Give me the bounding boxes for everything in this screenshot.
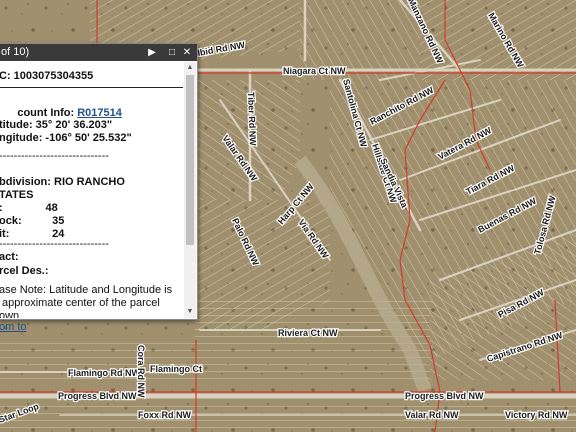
parcel-des-line: rcel Des.: bbox=[0, 265, 49, 277]
popup-header[interactable]: of 10) ▶ □ ✕ bbox=[0, 44, 197, 61]
road-label: Riviera Ct NW bbox=[278, 328, 338, 338]
zoom-to-link[interactable]: om to bbox=[0, 321, 27, 333]
scroll-thumb[interactable] bbox=[186, 75, 194, 245]
road-label: Flamingo Ct bbox=[150, 364, 202, 374]
popup-title: of 10) bbox=[1, 46, 30, 58]
road-label: Niagara Ct NW bbox=[283, 66, 346, 76]
popup-scrollbar[interactable]: ▲ ▼ bbox=[184, 62, 196, 318]
road-label: Flamingo Rd NW bbox=[68, 368, 140, 378]
divider-text: ------------------------------ bbox=[0, 150, 109, 162]
road-label: Foxx Rd NW bbox=[138, 410, 192, 420]
block-line: ock: 35 bbox=[0, 215, 65, 227]
next-feature-icon[interactable]: ▶ bbox=[145, 44, 159, 61]
account-link[interactable]: R017514 bbox=[77, 107, 122, 119]
scroll-down-icon[interactable]: ▼ bbox=[184, 306, 196, 318]
apn-line: C: 1003075304355 bbox=[0, 70, 94, 82]
maximize-icon[interactable]: □ bbox=[165, 44, 179, 61]
road-label: Tiber Rd NW bbox=[246, 92, 258, 147]
parcel-info-popup[interactable]: of 10) ▶ □ ✕ C: 1003075304355 count Info… bbox=[0, 43, 198, 333]
divider bbox=[0, 87, 183, 88]
note-line-2: approximate center of the parcel bbox=[0, 297, 160, 309]
road-label: Valar Rd NW bbox=[405, 410, 459, 420]
subdivision-line-2: TATES bbox=[0, 189, 34, 201]
longitude-line: ngitude: -106° 50' 25.532" bbox=[0, 132, 132, 144]
road-label: Victory Rd NW bbox=[505, 410, 568, 420]
road-label: Progress Blvd NW bbox=[405, 391, 484, 401]
latitude-line: titude: 35° 20' 36.203" bbox=[0, 119, 113, 131]
popup-content: C: 1003075304355 count Info: R017514 tit… bbox=[0, 62, 183, 318]
road-label: Progress Blvd NW bbox=[58, 391, 137, 401]
note-line-3: own. bbox=[0, 310, 23, 318]
note-line: ase Note: Latitude and Longitude is bbox=[0, 284, 173, 296]
account-label: count Info: bbox=[17, 107, 78, 119]
subdivision-line: bdivision: RIO RANCHO bbox=[0, 176, 125, 188]
tract-line: act: bbox=[0, 251, 19, 263]
lot-line: : 48 bbox=[0, 202, 58, 214]
scroll-up-icon[interactable]: ▲ bbox=[184, 62, 196, 74]
road-label: Cora Rd NW bbox=[136, 345, 146, 398]
close-icon[interactable]: ✕ bbox=[180, 44, 194, 61]
divider-text-2: ------------------------------ bbox=[0, 238, 109, 250]
